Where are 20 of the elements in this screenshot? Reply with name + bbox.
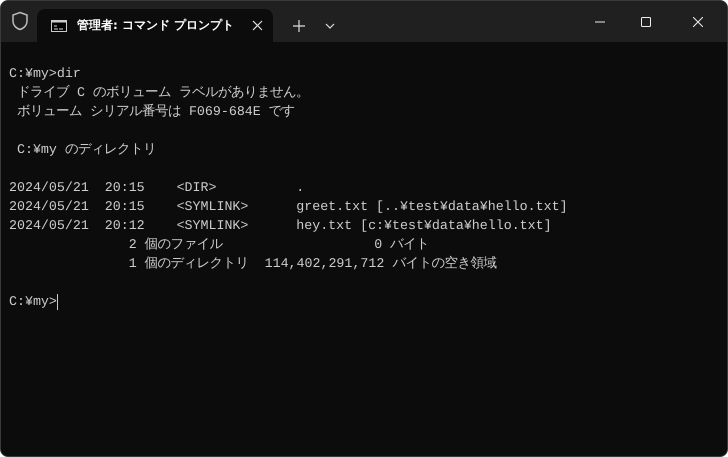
console-line: C:¥my のディレクトリ bbox=[16, 141, 157, 159]
shield-icon bbox=[11, 11, 29, 31]
text-cursor bbox=[56, 294, 58, 310]
console-line: ドライブ C のボリューム ラベルがありません。 bbox=[16, 84, 310, 102]
console-icon bbox=[51, 20, 67, 32]
close-icon bbox=[693, 16, 703, 26]
console-line: 2 個のファイル 0 バイト bbox=[128, 236, 430, 254]
tab-title: 管理者: コマンド プロンプト bbox=[77, 17, 236, 34]
command-prompt: C:¥my> bbox=[9, 293, 57, 311]
terminal-tab[interactable]: 管理者: コマンド プロンプト bbox=[37, 9, 273, 42]
chevron-down-icon bbox=[325, 22, 335, 28]
console-line: 2024/05/21 20:15 <SYMLINK> greet.txt [..¥test¥data¥hello.txt] bbox=[9, 198, 569, 216]
console-line: ボリューム シリアル番号は F069-684E です bbox=[16, 102, 296, 121]
maximize-icon bbox=[641, 16, 651, 26]
console-line: C:¥my>dir bbox=[9, 65, 82, 83]
console-line: 1 個のディレクトリ 114,402,291,712 バイトの空き領域 bbox=[128, 254, 498, 273]
console-line: 2024/05/21 20:12 <SYMLINK> hey.txt [c:¥test¥data¥hello.txt] bbox=[9, 217, 553, 235]
plus-icon bbox=[293, 20, 305, 32]
close-tab-icon[interactable] bbox=[252, 20, 263, 31]
console-line: 2024/05/21 20:15 <DIR> . bbox=[9, 179, 306, 197]
